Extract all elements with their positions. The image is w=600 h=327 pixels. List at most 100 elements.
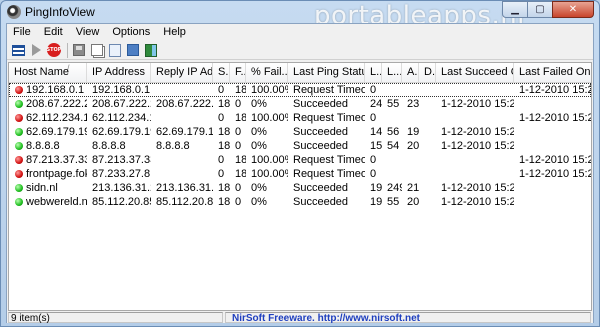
cell-average-ping-time	[402, 111, 419, 125]
cell-ip-address: 62.112.234.12	[92, 112, 151, 124]
html-report-button[interactable]	[107, 42, 123, 58]
column-header-fail-percent[interactable]: % Fail...	[246, 63, 288, 82]
cell-last-ping-ttl: 56	[387, 126, 400, 138]
failed-status-icon	[15, 156, 23, 164]
column-header-failed-count[interactable]: F...	[230, 63, 246, 82]
column-header-succeed-count[interactable]: S...	[213, 63, 230, 82]
cell-last-failed-on	[514, 125, 591, 139]
cell-ip-address: 8.8.8.8	[92, 140, 126, 152]
column-header-last-succeed-on[interactable]: Last Succeed On	[436, 63, 514, 82]
column-header-last-ping-status[interactable]: Last Ping Status	[288, 63, 365, 82]
properties-button[interactable]	[125, 42, 141, 58]
column-header-reply-ip[interactable]: Reply IP Ad...	[151, 63, 213, 82]
cell-ip-address: 87.213.37.33	[92, 154, 151, 166]
cell-reply-ip: 208.67.222.222	[156, 98, 213, 110]
table-row[interactable]: 62.69.179.19862.69.179.19862.69.179.1981…	[9, 125, 591, 139]
cell-failed-count: 0	[235, 126, 242, 138]
cell-failed-count: 0	[235, 98, 242, 110]
menu-help[interactable]: Help	[157, 24, 193, 41]
menu-edit[interactable]: Edit	[38, 24, 70, 41]
table-row[interactable]: 87.213.37.3387.213.37.33018100.00%Reques…	[9, 153, 591, 167]
save-button[interactable]	[71, 42, 87, 58]
cell-last-succeed-on	[436, 83, 514, 97]
cell-succeed-count: 18	[218, 140, 230, 152]
cell-failed-count: 18	[235, 84, 246, 96]
menu-options[interactable]: Options	[106, 24, 157, 41]
cell-fail-percent: 100.00%	[251, 84, 288, 96]
cell-fail-percent: 0%	[251, 196, 267, 208]
cell-ip-address: 85.112.20.85	[92, 196, 151, 208]
column-header-row: / Host NameIP AddressReply IP Ad...S...F…	[9, 63, 591, 83]
column-header-last-ping-time[interactable]: L...	[365, 63, 382, 82]
cell-average-ping-time	[402, 167, 419, 181]
start-ping-icon	[31, 44, 41, 56]
table-row[interactable]: 208.67.222.222208.67.222.222208.67.222.2…	[9, 97, 591, 111]
exit-icon	[145, 43, 157, 57]
copy-icon	[91, 44, 103, 56]
cell-last-ping-ttl: 55	[387, 98, 400, 110]
cell-fail-percent: 100.00%	[251, 154, 288, 166]
cell-last-failed-on	[514, 181, 591, 195]
cell-disconnect-count	[419, 139, 436, 153]
maximize-button[interactable]: ▢	[527, 1, 553, 18]
table-row[interactable]: 8.8.8.8 8.8.8.8 8.8.8.8 18 0 0% Succeeded 15 54 2…	[9, 139, 591, 153]
cell-last-succeed-on	[436, 167, 514, 181]
cell-fail-percent: 0%	[251, 182, 267, 194]
nirsoft-link[interactable]: NirSoft Freeware. http://www.nirsoft.net	[225, 312, 591, 324]
failed-status-icon	[15, 114, 23, 122]
copy-button[interactable]	[89, 42, 105, 58]
column-header-last-ping-ttl[interactable]: L...	[382, 63, 402, 82]
title-bar[interactable]: PingInfoView portableapps.nl ▁ ▢ ✕	[1, 1, 599, 31]
cell-failed-count: 0	[235, 196, 242, 208]
cell-average-ping-time: 19	[407, 126, 419, 138]
table-row[interactable]: frontpage.fok.nl87.233.27.8018100.00%Req…	[9, 167, 591, 181]
stop-ping-button[interactable]: STOP	[46, 42, 62, 58]
menu-file[interactable]: File	[7, 24, 38, 41]
ping-list-button[interactable]	[10, 42, 26, 58]
status-bar: 9 item(s) NirSoft Freeware. http://www.n…	[7, 312, 593, 324]
cell-last-ping-time: 19	[370, 196, 382, 208]
cell-succeed-count: 0	[218, 154, 225, 166]
cell-reply-ip: 8.8.8.8	[156, 140, 190, 152]
cell-last-ping-ttl: 54	[387, 140, 400, 152]
cell-average-ping-time: 21	[407, 182, 419, 194]
cell-failed-count: 18	[235, 112, 246, 124]
cell-succeed-count: 18	[218, 196, 230, 208]
cell-last-succeed-on: 1-12-2010 15:28:43	[441, 182, 514, 194]
menu-bar: File Edit View Options Help	[7, 24, 593, 41]
cell-last-succeed-on: 1-12-2010 15:28:43	[441, 196, 514, 208]
ping-list[interactable]: / Host NameIP AddressReply IP Ad...S...F…	[8, 62, 592, 311]
exit-button[interactable]	[143, 42, 159, 58]
table-row[interactable]: sidn.nl213.136.31.216213.136.31.2161800%…	[9, 181, 591, 195]
table-row[interactable]: 192.168.0.1192.168.0.1018100.00%Request …	[9, 83, 591, 97]
table-row[interactable]: webwereld.nl85.112.20.8585.112.20.851800…	[9, 195, 591, 209]
minimize-button[interactable]: ▁	[502, 1, 528, 18]
cell-ip-address: 208.67.222.222	[92, 98, 151, 110]
menu-view[interactable]: View	[70, 24, 107, 41]
cell-failed-count: 18	[235, 168, 246, 180]
cell-last-ping-ttl	[382, 153, 402, 167]
cell-fail-percent: 100.00%	[251, 168, 288, 180]
cell-succeed-count: 0	[218, 168, 225, 180]
start-ping-button[interactable]	[28, 42, 44, 58]
close-button[interactable]: ✕	[552, 1, 594, 18]
app-icon[interactable]	[7, 5, 21, 19]
column-header-disconnect-count[interactable]: D...	[419, 63, 436, 82]
cell-failed-count: 18	[235, 154, 246, 166]
column-header-ip-address[interactable]: IP Address	[87, 63, 151, 82]
cell-average-ping-time: 20	[407, 140, 419, 152]
cell-last-ping-ttl	[382, 167, 402, 181]
cell-reply-ip: 213.136.31.216	[156, 182, 213, 194]
failed-status-icon	[15, 86, 23, 94]
column-header-host-name[interactable]: Host Name	[9, 63, 87, 82]
cell-average-ping-time	[402, 83, 419, 97]
save-icon	[73, 44, 85, 56]
table-row[interactable]: 62.112.234.1262.112.234.12018100.00%Requ…	[9, 111, 591, 125]
cell-last-ping-ttl	[382, 111, 402, 125]
cell-fail-percent: 0%	[251, 98, 267, 110]
html-report-icon	[109, 43, 121, 57]
column-header-average-ping-time[interactable]: A...	[402, 63, 419, 82]
window-controls: ▁ ▢ ✕	[502, 1, 594, 19]
column-header-last-failed-on[interactable]: Last Failed On	[514, 63, 591, 82]
cell-succeed-count: 18	[218, 182, 230, 194]
